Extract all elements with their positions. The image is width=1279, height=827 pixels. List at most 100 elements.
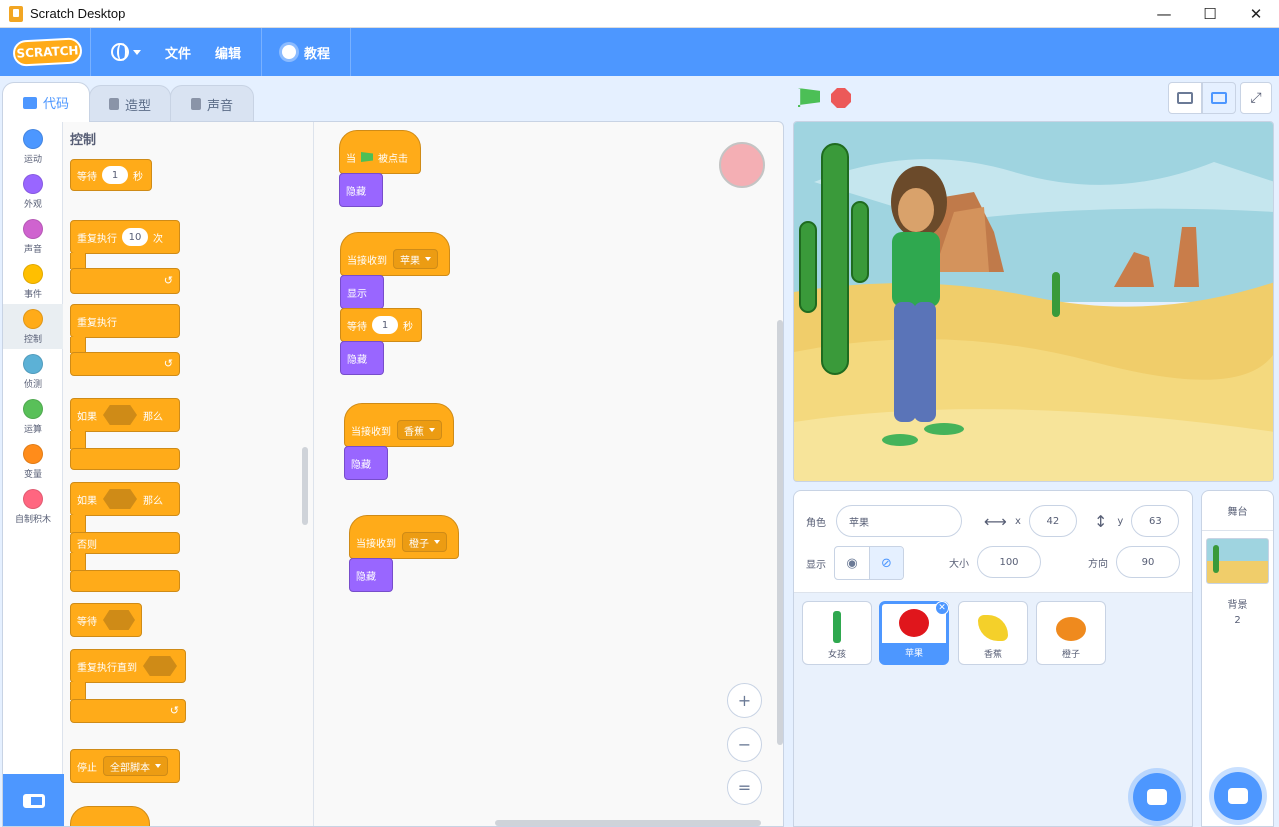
sprite-tile-banana[interactable]: 香蕉 xyxy=(958,601,1028,665)
block-repeat-until-foot: ↺ xyxy=(70,699,186,723)
girl-sprite-thumb xyxy=(833,611,841,643)
tab-code-label: 代码 xyxy=(42,97,69,112)
block-repeat-foot: ↺ xyxy=(70,268,180,294)
window-title: Scratch Desktop xyxy=(30,6,126,21)
script1-hide[interactable]: 隐藏 xyxy=(339,173,383,207)
tab-sounds[interactable]: 声音 xyxy=(170,85,254,122)
block-forever-arm xyxy=(70,337,86,353)
zoom-in-button[interactable]: + xyxy=(727,683,762,718)
fullscreen-button[interactable]: ⤢ xyxy=(1240,82,1272,114)
category-variables[interactable]: 变量 xyxy=(3,439,63,484)
script2-hide[interactable]: 隐藏 xyxy=(340,341,384,375)
speaker-icon xyxy=(190,98,201,110)
stage-canvas[interactable] xyxy=(793,121,1274,482)
block-if-else-arm xyxy=(70,515,86,533)
category-events[interactable]: 事件 xyxy=(3,259,63,304)
script3-hide[interactable]: 隐藏 xyxy=(344,446,388,480)
script4-when-receive[interactable]: 当接收到 橙子 xyxy=(349,515,459,559)
block-stop[interactable]: 停止 全部脚本 xyxy=(70,749,180,783)
category-operators[interactable]: 运算 xyxy=(3,394,63,439)
zoom-reset-button[interactable]: = xyxy=(727,770,762,805)
block-palette: 控制 等待 1 秒 重复执行 10 次 ↺ 重复执行 ↺ 如果 那么 如果 那么 否则 等待… xyxy=(64,122,314,826)
stage-thumbnail xyxy=(1206,538,1269,584)
script1-when-flag-clicked[interactable]: 当被点击 xyxy=(339,130,421,174)
green-flag-button[interactable] xyxy=(798,88,820,107)
tutorials-menu[interactable]: 教程 xyxy=(270,28,342,76)
sprite-name-input[interactable]: 苹果 xyxy=(836,505,962,537)
script-workspace[interactable]: 当被点击 隐藏 当接收到 苹果 显示 等待 1 秒 隐藏 当接收到 香蕉 隐藏 当接收到… xyxy=(315,122,783,826)
maximize-button[interactable]: ☐ xyxy=(1187,0,1233,28)
block-clone-hat[interactable] xyxy=(70,806,150,826)
category-control[interactable]: 控制 xyxy=(3,304,63,349)
direction-label: 方向 xyxy=(1088,558,1108,570)
block-if[interactable]: 如果 那么 xyxy=(70,398,180,432)
window-titlebar: Scratch Desktop — ☐ ✕ xyxy=(0,0,1279,28)
category-my-blocks[interactable]: 自制积木 xyxy=(3,484,63,529)
block-wait[interactable]: 等待 1 秒 xyxy=(70,159,152,191)
category-sensing[interactable]: 侦测 xyxy=(3,349,63,394)
show-visible-button[interactable]: ◉ xyxy=(835,547,869,579)
script3-when-receive[interactable]: 当接收到 香蕉 xyxy=(344,403,454,447)
category-motion[interactable]: 运动 xyxy=(3,124,63,169)
size-input[interactable]: 100 xyxy=(977,546,1041,578)
block-repeat-until-arm xyxy=(70,682,86,700)
tab-code[interactable]: 代码 xyxy=(2,82,90,122)
x-input[interactable]: 42 xyxy=(1028,505,1077,537)
add-extension-button[interactable] xyxy=(3,774,64,826)
block-else: 否则 xyxy=(70,532,180,554)
category-sound[interactable]: 声音 xyxy=(3,214,63,259)
stop-dropdown[interactable]: 全部脚本 xyxy=(103,756,168,776)
scratch-logo[interactable]: SCRATCH xyxy=(12,37,83,67)
menu-bar: SCRATCH 文件 编辑 教程 xyxy=(0,28,1279,76)
x-arrows-icon: ⟷ xyxy=(984,511,1007,531)
block-forever[interactable]: 重复执行 xyxy=(70,304,180,338)
category-looks[interactable]: 外观 xyxy=(3,169,63,214)
sprite-tile-apple[interactable]: 苹果 ✕ xyxy=(879,601,949,665)
script2-show[interactable]: 显示 xyxy=(340,275,384,309)
stage-selector-pane[interactable]: 舞台 背景 2 xyxy=(1201,490,1274,827)
choose-backdrop-button[interactable] xyxy=(1214,772,1262,820)
choose-sprite-button[interactable] xyxy=(1133,773,1181,821)
script2-message-dropdown[interactable]: 苹果 xyxy=(393,249,438,269)
y-input[interactable]: 63 xyxy=(1131,505,1180,537)
workspace-horizontal-scrollbar[interactable] xyxy=(495,820,761,826)
close-button[interactable]: ✕ xyxy=(1233,0,1279,28)
language-menu[interactable] xyxy=(99,28,153,76)
edit-menu[interactable]: 编辑 xyxy=(203,28,253,76)
script2-when-receive[interactable]: 当接收到 苹果 xyxy=(340,232,450,276)
show-hidden-button[interactable]: ⊘ xyxy=(869,547,903,579)
block-if-else[interactable]: 如果 那么 xyxy=(70,482,180,516)
show-label: 显示 xyxy=(806,559,826,571)
direction-input[interactable]: 90 xyxy=(1116,546,1180,578)
zoom-out-button[interactable]: − xyxy=(727,727,762,762)
script3-message-dropdown[interactable]: 香蕉 xyxy=(397,420,442,440)
file-menu[interactable]: 文件 xyxy=(153,28,203,76)
globe-icon xyxy=(111,43,129,61)
backdrop-count: 2 xyxy=(1234,615,1241,626)
apple-sprite-thumb xyxy=(899,609,929,637)
tab-costumes-label: 造型 xyxy=(124,98,151,114)
backdrop-label: 背景 xyxy=(1227,600,1248,611)
palette-scrollbar[interactable] xyxy=(302,447,308,525)
sprite-tile-girl[interactable]: 女孩 xyxy=(802,601,872,665)
sprite-tile-orange[interactable]: 橙子 xyxy=(1036,601,1106,665)
script4-hide[interactable]: 隐藏 xyxy=(349,558,393,592)
y-arrows-icon: ↕ xyxy=(1094,511,1108,531)
small-stage-button[interactable] xyxy=(1168,82,1202,114)
delete-sprite-button[interactable]: ✕ xyxy=(935,601,949,615)
tab-costumes[interactable]: 造型 xyxy=(89,85,171,122)
category-menu: 运动 外观 声音 事件 控制 侦测 运算 变量 自制积木 xyxy=(3,122,64,826)
workspace-vertical-scrollbar[interactable] xyxy=(777,320,783,745)
script4-message-dropdown[interactable]: 橙子 xyxy=(402,532,447,552)
category-dot xyxy=(23,129,43,149)
large-stage-button[interactable] xyxy=(1202,82,1236,114)
scratch-app-icon xyxy=(9,5,23,22)
block-wait-until[interactable]: 等待 xyxy=(70,603,142,637)
desert-backdrop xyxy=(794,122,1273,481)
script2-wait[interactable]: 等待 1 秒 xyxy=(340,308,422,342)
block-repeat[interactable]: 重复执行 10 次 xyxy=(70,220,180,254)
stop-button[interactable] xyxy=(831,88,851,108)
block-repeat-until[interactable]: 重复执行直到 xyxy=(70,649,186,683)
minimize-button[interactable]: — xyxy=(1141,0,1187,28)
block-else-arm xyxy=(70,553,86,571)
